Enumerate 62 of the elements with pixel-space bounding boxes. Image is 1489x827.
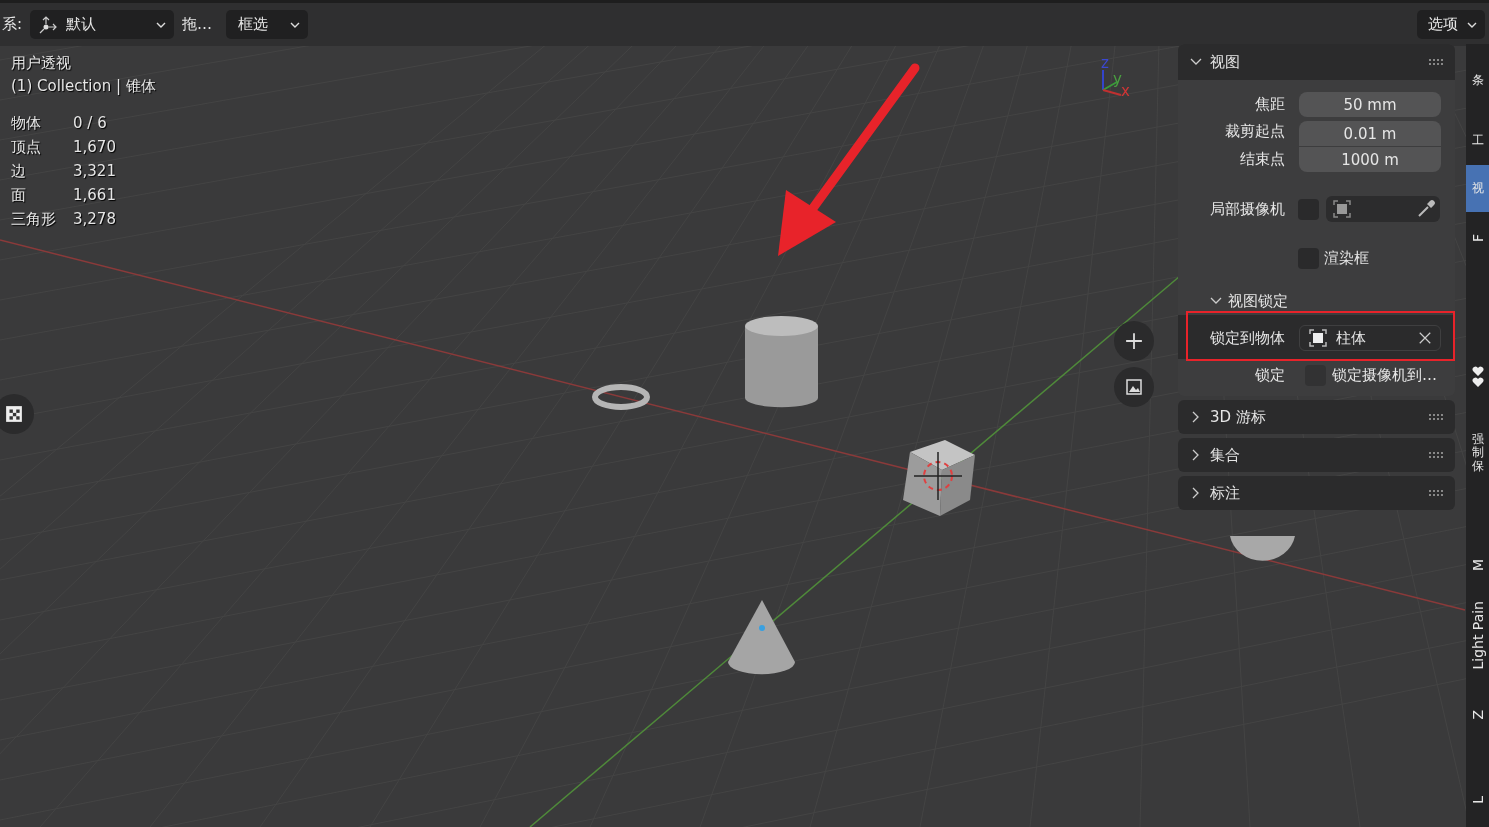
select-mode-dropdown[interactable]: 框选: [226, 10, 309, 39]
axis-label: x: [1121, 84, 1130, 99]
eyedropper-icon: [1416, 199, 1436, 219]
cursor-icon: [913, 451, 963, 501]
hearts-icon: [1471, 365, 1484, 389]
stat-value: 1,670: [73, 138, 117, 157]
stat-value: 1,661: [73, 186, 117, 205]
stat-value: 0 / 6: [73, 114, 108, 133]
options-dropdown[interactable]: 选项: [1417, 10, 1485, 39]
stat-label: 边: [11, 162, 27, 181]
camera-object-field[interactable]: [1326, 196, 1440, 222]
drag-handle-icon: [1429, 452, 1445, 458]
sphere-object: [1230, 536, 1295, 561]
axis-label: z: [1101, 56, 1109, 71]
chevron-down-icon: [290, 21, 301, 28]
object-icon: [1332, 199, 1352, 219]
field-label: 锁定: [1254, 366, 1285, 385]
checkbox-label: 渲染框: [1324, 249, 1369, 268]
field-label: 局部摄像机: [1209, 199, 1285, 219]
checkerboard-icon: [5, 405, 23, 423]
torus-object: [592, 384, 650, 410]
stat-label: 面: [11, 186, 27, 205]
checkbox-label: 锁定摄像机到…: [1332, 366, 1437, 385]
stat-label: 顶点: [11, 138, 42, 157]
stat-value: 3,321: [73, 162, 117, 181]
panel-section-header[interactable]: 标注: [1178, 476, 1455, 510]
panel-section-header[interactable]: 视图: [1178, 44, 1455, 80]
plus-icon: [1125, 332, 1143, 350]
drag-handle-icon: [1429, 490, 1445, 496]
field-label: 焦距: [1254, 95, 1285, 114]
field-label: 结束点: [1239, 149, 1285, 169]
drag-handle-icon: [1429, 414, 1445, 420]
orientation-dropdown[interactable]: 默认: [30, 10, 175, 39]
toolbar-toggle-button[interactable]: [0, 394, 34, 434]
number-field[interactable]: 1000 m: [1299, 146, 1441, 172]
stat-label: 物体: [11, 114, 42, 133]
object-icon: [1308, 328, 1328, 348]
field-label: 裁剪起点: [1224, 122, 1285, 141]
close-icon[interactable]: [1418, 331, 1432, 345]
panel-section-header[interactable]: 集合: [1178, 438, 1455, 472]
chevron-down-icon: [156, 21, 167, 28]
subpanel-header[interactable]: 视图锁定: [1210, 291, 1288, 311]
transform-axes-icon: [38, 14, 59, 35]
collection-label: (1) Collection | 锥体: [11, 77, 156, 96]
stat-value: 3,278: [73, 210, 117, 229]
view-name: 用户透视: [11, 54, 72, 73]
chevron-down-icon: [1467, 21, 1477, 28]
camera-view-button[interactable]: [1114, 367, 1154, 407]
object-name: 柱体: [1336, 328, 1367, 348]
number-field[interactable]: 0.01 m: [1299, 121, 1441, 146]
number-field[interactable]: 50 mm: [1299, 92, 1441, 117]
drag-handle-icon: [1429, 59, 1445, 65]
lock-object-field[interactable]: 柱体: [1299, 325, 1441, 351]
framed-picture-icon: [1125, 378, 1143, 396]
coordinate-label: 系:: [2, 15, 23, 34]
drag-label: 拖…: [182, 15, 213, 34]
sidebar-tab[interactable]: 视: [1466, 165, 1489, 212]
axis-label: y: [1113, 72, 1122, 87]
field-label: 锁定到物体: [1209, 328, 1285, 348]
stat-label: 三角形: [11, 210, 57, 229]
zoom-button[interactable]: [1114, 321, 1154, 361]
panel-section-header[interactable]: 3D 游标: [1178, 400, 1455, 434]
